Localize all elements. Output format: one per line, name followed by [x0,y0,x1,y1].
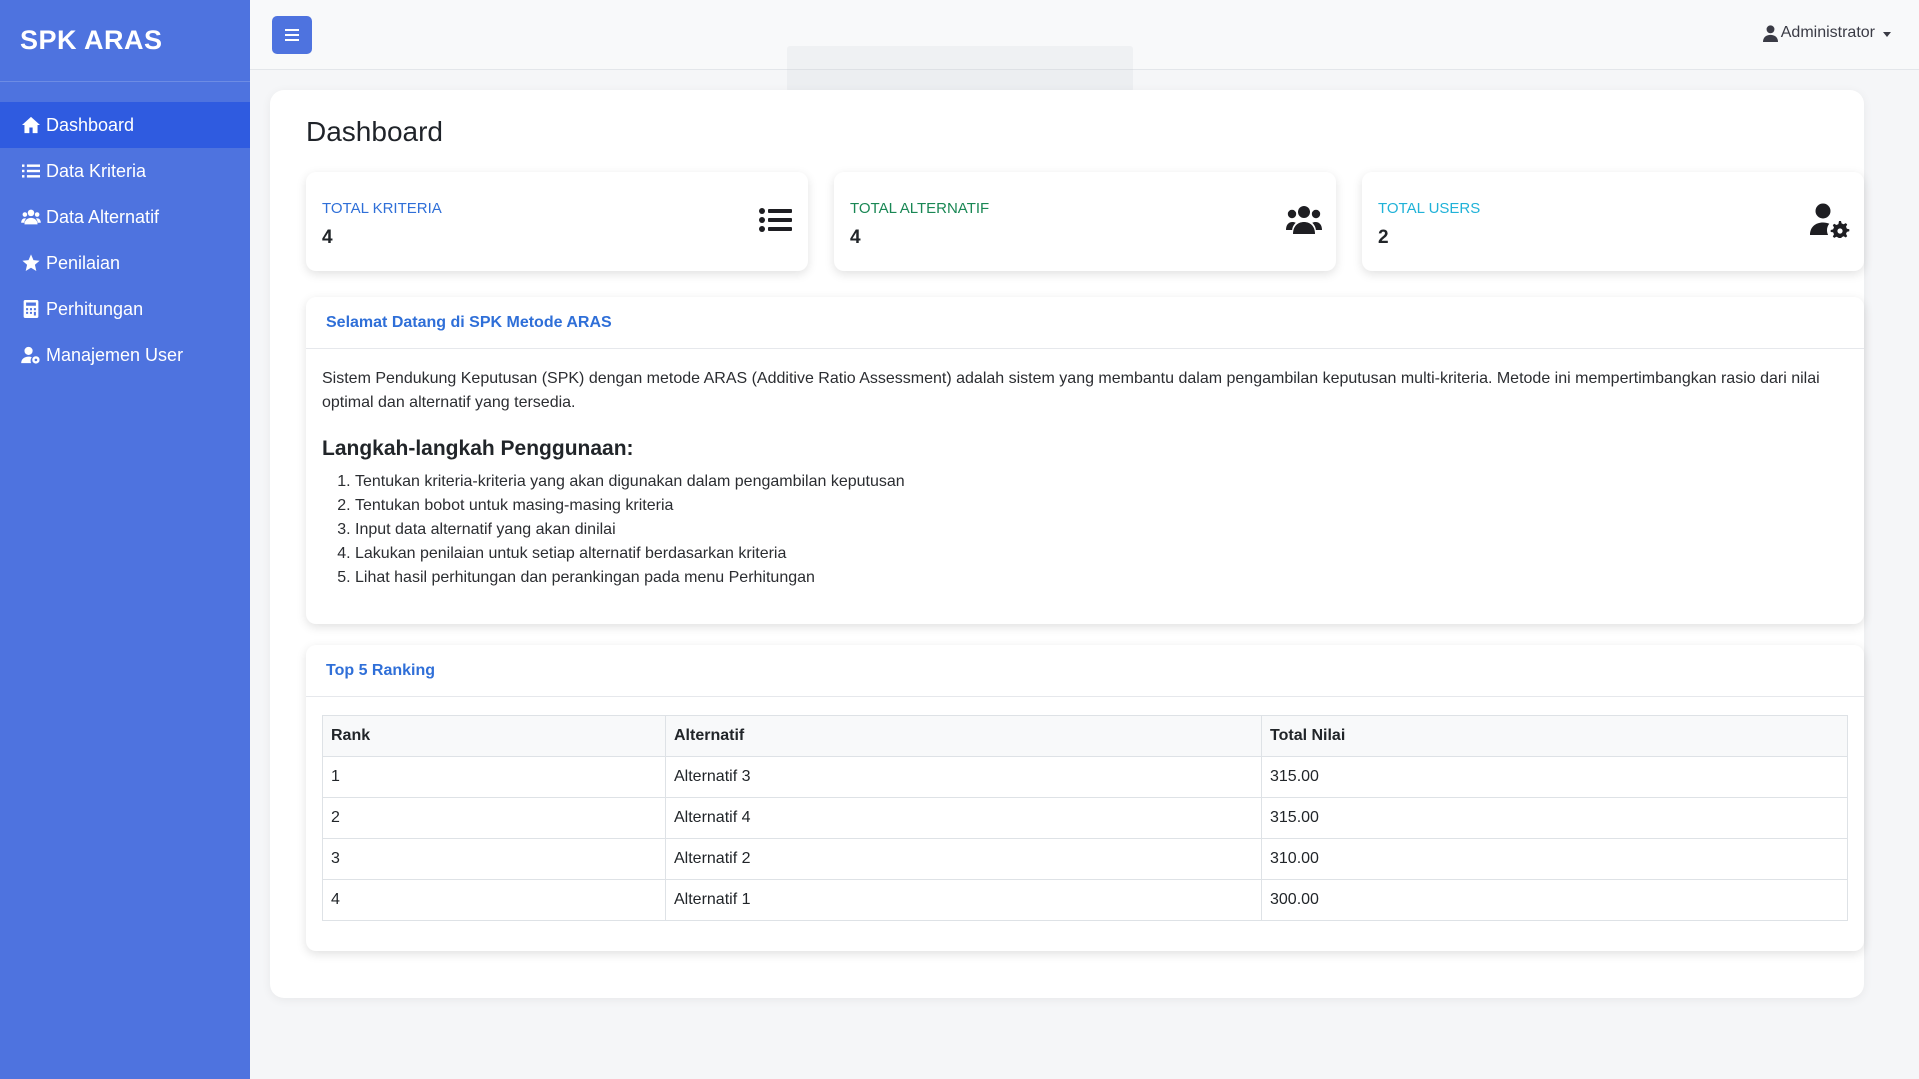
alternatif-cell: Alternatif 1 [665,879,1262,921]
table-row: 2 Alternatif 4 315.00 [322,797,1848,839]
calculator-icon [20,299,42,319]
sidebar-item-data-alternatif[interactable]: Data Alternatif [0,194,250,240]
user-gear-icon [20,345,42,365]
ranking-card: Top 5 Ranking Rank Alternatif Total Nila… [306,645,1864,951]
total-nilai-cell: 315.00 [1261,797,1848,839]
stat-value: 2 [1378,227,1389,248]
user-name: Administrator [1780,24,1875,41]
alternatif-cell: Alternatif 2 [665,838,1262,880]
column-header-alternatif: Alternatif [665,715,1262,757]
stat-label: TOTAL ALTERNATIF [850,200,990,217]
sidebar: SPK ARAS Dashboard Data Kriteria Data Al… [0,0,250,1079]
users-icon [1286,202,1322,238]
user-icon [1762,24,1778,42]
total-nilai-cell: 315.00 [1261,756,1848,798]
table-row: 1 Alternatif 3 315.00 [322,756,1848,798]
rank-cell: 4 [322,879,666,921]
sidebar-item-label: Manajemen User [46,344,184,365]
table-row: 4 Alternatif 1 300.00 [322,879,1848,921]
rank-cell: 3 [322,838,666,880]
table-row: 3 Alternatif 2 310.00 [322,838,1848,880]
stat-card-total-alternatif: TOTAL ALTERNATIF 4 [834,172,1336,271]
column-header-total-nilai: Total Nilai [1261,715,1848,757]
brand-logo[interactable]: SPK ARAS [0,0,250,82]
chevron-down-icon [1883,31,1891,37]
hamburger-icon [285,29,299,41]
welcome-description: Sistem Pendukung Keputusan (SPK) dengan … [322,370,1820,411]
rank-cell: 1 [322,756,666,798]
users-icon [20,207,42,227]
steps-list: Tentukan kriteria-kriteria yang akan dig… [322,470,1848,590]
sidebar-item-label: Dashboard [46,114,135,135]
stat-label: TOTAL USERS [1378,200,1481,217]
star-icon [20,253,42,273]
stat-card-total-kriteria: TOTAL KRITERIA 4 [306,172,808,271]
list-icon [20,161,42,181]
welcome-card: Selamat Datang di SPK Metode ARAS Sistem… [306,297,1864,624]
stat-value: 4 [850,227,861,248]
sidebar-nav: Dashboard Data Kriteria Data Alternatif … [0,102,250,378]
home-icon [20,115,42,135]
alternatif-cell: Alternatif 3 [665,756,1262,798]
list-icon [758,202,794,238]
sidebar-item-label: Data Kriteria [46,160,147,181]
ranking-card-title: Top 5 Ranking [306,645,1864,697]
total-nilai-cell: 310.00 [1261,838,1848,880]
faded-toast [787,46,1133,92]
stat-label: TOTAL KRITERIA [322,200,442,217]
user-menu-dropdown[interactable]: Administrator [1762,24,1891,42]
page-title: Dashboard [306,116,443,147]
ranking-table: Rank Alternatif Total Nilai 1 Alternatif… [322,715,1848,921]
sidebar-item-label: Perhitungan [46,298,144,319]
topbar: Administrator [250,0,1919,92]
user-gear-icon [1810,202,1850,240]
step-item: Lihat hasil perhitungan dan perankingan … [355,566,1848,590]
alternatif-cell: Alternatif 4 [665,797,1262,839]
stat-card-total-users: TOTAL USERS 2 [1362,172,1864,271]
total-nilai-cell: 300.00 [1261,879,1848,921]
step-item: Input data alternatif yang akan dinilai [355,518,1848,542]
stat-value: 4 [322,227,333,248]
step-item: Tentukan kriteria-kriteria yang akan dig… [355,470,1848,494]
step-item: Tentukan bobot untuk masing-masing krite… [355,494,1848,518]
column-header-rank: Rank [322,715,666,757]
sidebar-item-penilaian[interactable]: Penilaian [0,240,250,286]
sidebar-item-data-kriteria[interactable]: Data Kriteria [0,148,250,194]
rank-cell: 2 [322,797,666,839]
sidebar-item-manajemen-user[interactable]: Manajemen User [0,332,250,378]
sidebar-item-dashboard[interactable]: Dashboard [0,102,250,148]
main-content: Dashboard TOTAL KRITERIA 4 TOTAL ALTERNA… [270,90,1864,998]
steps-title: Langkah-langkah Penggunaan: [322,437,634,460]
sidebar-item-label: Data Alternatif [46,206,160,227]
sidebar-item-perhitungan[interactable]: Perhitungan [0,286,250,332]
step-item: Lakukan penilaian untuk setiap alternati… [355,542,1848,566]
welcome-card-title: Selamat Datang di SPK Metode ARAS [306,297,1864,349]
sidebar-toggle-button[interactable] [272,16,312,54]
sidebar-item-label: Penilaian [46,252,121,273]
table-header-row: Rank Alternatif Total Nilai [322,715,1848,757]
